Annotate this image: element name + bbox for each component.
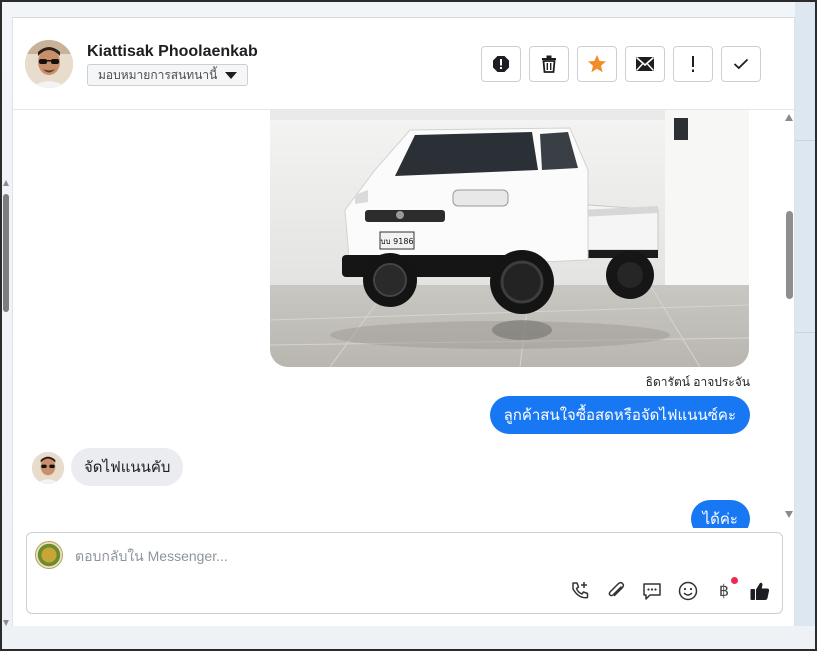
star-icon [588,55,606,73]
notification-dot [731,577,738,584]
exclamation-icon [692,56,694,72]
message-photo[interactable]: บบ 9186 [270,110,749,367]
thread-scrollbar[interactable] [784,114,794,518]
saved-replies-button[interactable] [640,579,664,603]
trash-icon [542,55,556,73]
envelope-icon [635,56,655,71]
outer-scrollbar[interactable] [2,180,10,630]
reply-input[interactable] [75,545,675,567]
phone-plus-icon [572,582,589,599]
assign-conversation-dropdown[interactable]: มอบหมายการสนทนานี้ [87,64,249,86]
reply-composer: ฿ [26,532,783,614]
emoji-button[interactable] [676,579,700,603]
scroll-up-arrow [785,114,793,121]
caret-down-icon [225,71,238,79]
like-button[interactable] [748,579,772,603]
delete-button[interactable] [529,46,569,82]
conversation-header: Kiattisak Phoolaenkab มอบหมายการสนทนานี้ [13,18,796,110]
contact-avatar-small[interactable] [32,452,64,484]
mark-done-button[interactable] [721,46,761,82]
scroll-thumb [786,211,793,299]
call-button[interactable] [568,579,592,603]
paperclip-icon [608,581,625,597]
email-button[interactable] [625,46,665,82]
scroll-down-arrow [785,511,793,518]
spam-icon [493,56,509,72]
spam-button[interactable] [481,46,521,82]
star-button[interactable] [577,46,617,82]
payment-button[interactable]: ฿ [712,577,738,603]
conversation-panel: Kiattisak Phoolaenkab มอบหมายการสนทนานี้ [12,18,796,626]
background-strip [795,2,815,626]
composer-tools: ฿ [568,577,772,603]
outgoing-message[interactable]: ได้ค่ะ [690,500,750,528]
assign-label: มอบหมายการสนทนานี้ [98,67,218,82]
chat-bubble-icon [643,583,661,600]
message-thread[interactable]: บบ 9186 ธิดารัตน์ อาจประจัน ลูกค้าสนใจซื… [13,110,796,528]
attach-button[interactable] [604,579,628,603]
mark-important-button[interactable] [673,46,713,82]
svg-text:บบ 9186: บบ 9186 [380,237,413,246]
header-actions [481,46,761,82]
contact-name[interactable]: Kiattisak Phoolaenkab [87,43,258,61]
outgoing-message[interactable]: ลูกค้าสนใจซื้อสดหรือจัดไฟแนนซ์คะ [489,396,750,434]
baht-icon: ฿ [718,583,730,600]
checkmark-icon [733,58,749,70]
contact-avatar[interactable] [25,40,73,88]
page-avatar [35,541,63,569]
thumbs-up-icon [750,582,770,600]
smiley-icon [678,581,698,601]
sender-name: ธิดารัตน์ อาจประจัน [645,375,750,389]
incoming-message[interactable]: จัดไฟแนนคับ [71,448,184,486]
